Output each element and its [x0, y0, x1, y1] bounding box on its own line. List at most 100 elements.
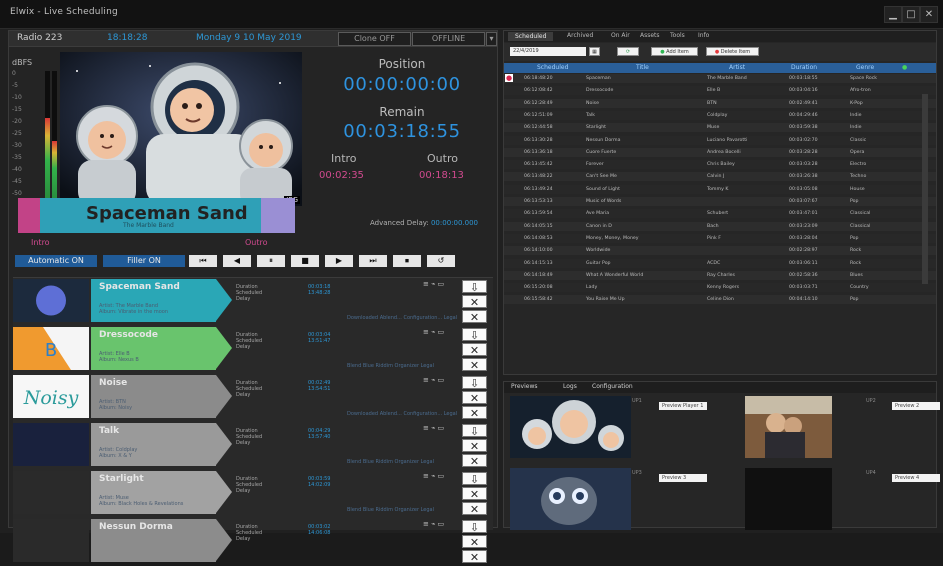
playlist-row[interactable]: Starlight Artist: Muse Album: Black Holes …	[13, 470, 493, 518]
schedule-row[interactable]: 06:13:53:13 Music of Words 00:03:07:67 Pop	[504, 197, 936, 206]
row-tool-icons[interactable]: ≡ ⌁ ▭	[423, 376, 444, 384]
playlist-entry[interactable]: Nessun Dorma	[91, 519, 216, 562]
schedule-row[interactable]: 06:13:36:18 Cuore Fuerte Andrea Bocelli 00:…	[504, 147, 936, 157]
tab-info[interactable]: Info	[698, 32, 709, 39]
preview-select-1[interactable]: Preview Player 1	[659, 402, 707, 410]
preview-select-2[interactable]: Preview 2	[892, 402, 940, 410]
skip-stop-button[interactable]: ⏹	[393, 255, 421, 267]
tab-logs[interactable]: Logs	[563, 383, 577, 390]
schedule-row[interactable]: 06:14:18:49 What A Wonderful World Ray Cha…	[504, 270, 936, 280]
minimize-button[interactable]: ▁	[884, 6, 902, 23]
schedule-row[interactable]: 06:13:49:24 Sound of Light Tommy K 00:03:05…	[504, 184, 936, 194]
schedule-cell: Rock	[850, 260, 862, 266]
playlist-row[interactable]: Noisy Noise Artist: BTN Album: Noisy Duratio…	[13, 374, 493, 422]
tab-on-air[interactable]: On Air	[611, 32, 630, 39]
column-settings-icon[interactable]: ●	[902, 64, 907, 71]
playlist-entry[interactable]: Talk Artist: Coldplay Album: X & Y	[91, 423, 216, 466]
delete-icon[interactable]: ✕	[462, 487, 487, 501]
download-icon[interactable]: ⇩	[462, 472, 487, 486]
panel-menu-icon[interactable]: ▾	[486, 32, 497, 46]
preview-select-4[interactable]: Preview 4	[892, 474, 940, 482]
playlist-row[interactable]: Talk Artist: Coldplay Album: X & Y Duration…	[13, 422, 493, 470]
delete-icon[interactable]: ✕	[462, 439, 487, 453]
schedule-row[interactable]: 06:14:15:13 Guitar Pop ACDC 00:03:06:11 Rock	[504, 258, 936, 268]
delete-icon[interactable]: ✕	[462, 535, 487, 549]
tab-assets[interactable]: Assets	[640, 32, 660, 39]
playlist-entry[interactable]: Dressocode Artist: Elle B Album: Nexus B	[91, 327, 216, 370]
playlist-entry[interactable]: Spaceman Sand Artist: The Marble Band Albu…	[91, 279, 216, 322]
remove-icon[interactable]: ✕	[462, 406, 487, 420]
schedule-scrollbar[interactable]	[922, 94, 928, 284]
schedule-row[interactable]: 06:12:44:58 Starlight Muse 00:03:59:38 Indie	[504, 123, 936, 133]
play-button[interactable]: ▶	[325, 255, 353, 267]
playlist-link[interactable]: Blend Blue Riddim Organizer Legal	[347, 507, 434, 513]
preview-select-3[interactable]: Preview 3	[659, 474, 707, 482]
calendar-icon[interactable]: ▦	[589, 47, 600, 56]
remove-icon[interactable]: ✕	[462, 502, 487, 516]
tab-scheduled[interactable]: Scheduled	[508, 32, 554, 41]
download-icon[interactable]: ⇩	[462, 328, 487, 342]
schedule-row[interactable]: 06:14:08:53 Money, Money, Money Pink F 00:0…	[504, 233, 936, 243]
playlist-link[interactable]: Downloaded Ablend... Configuration... Le…	[347, 411, 457, 417]
filler-button[interactable]: Filler ON	[103, 255, 185, 267]
playlist-link[interactable]: Blend Blue Riddim Organizer Legal	[347, 363, 434, 369]
delete-item-button[interactable]: ● Delete Item	[706, 47, 759, 56]
playlist-row[interactable]: Spaceman Sand Artist: The Marble Band Albu…	[13, 278, 493, 326]
date-picker[interactable]: 22/4/2019	[510, 47, 586, 56]
pause-button[interactable]: ⏸	[257, 255, 285, 267]
schedule-row[interactable]: 06:12:28:49 Noise BTN 00:02:49:41 K-Pop	[504, 98, 936, 108]
row-tool-icons[interactable]: ≡ ⌁ ▭	[423, 424, 444, 432]
playlist-row[interactable]: B Dressocode Artist: Elle B Album: Nexus BD…	[13, 326, 493, 374]
schedule-row[interactable]: 06:15:20:08 Lady Kenny Rogers 00:03:03:71 Co…	[504, 283, 936, 293]
next-button[interactable]: ⏭	[359, 255, 387, 267]
playlist-link[interactable]: Blend Blue Riddim Organizer Legal	[347, 459, 434, 465]
playlist-entry[interactable]: Starlight Artist: Muse Album: Black Holes …	[91, 471, 216, 514]
tab-archived[interactable]: Archived	[567, 32, 593, 39]
remove-icon[interactable]: ✕	[462, 310, 487, 324]
download-icon[interactable]: ⇩	[462, 424, 487, 438]
intro-segment	[18, 198, 40, 233]
rewind-button[interactable]: ◀	[223, 255, 251, 267]
row-tool-icons[interactable]: ≡ ⌁ ▭	[423, 520, 444, 528]
add-item-button[interactable]: ● Add Item	[651, 47, 698, 56]
delete-icon[interactable]: ✕	[462, 343, 487, 357]
maximize-button[interactable]: □	[902, 6, 920, 23]
clone-toggle[interactable]: Clone OFF	[338, 32, 411, 46]
remove-icon[interactable]: ✕	[462, 550, 487, 564]
remove-icon[interactable]: ✕	[462, 358, 487, 372]
refresh-icon[interactable]: ⟳	[617, 47, 639, 56]
stop-button[interactable]: ■	[291, 255, 319, 267]
outro-time: 00:18:13	[419, 170, 464, 181]
schedule-row[interactable]: 06:15:58:42 You Raise Me Up Celine Dion 00:…	[504, 295, 936, 305]
automatic-button[interactable]: Automatic ON	[15, 255, 97, 267]
loop-button[interactable]: ↺	[427, 255, 455, 267]
schedule-row[interactable]: 06:12:08:42 Dressocode Elle B 00:03:04:16 Af…	[504, 86, 936, 96]
row-tool-icons[interactable]: ≡ ⌁ ▭	[423, 328, 444, 336]
playlist-link[interactable]: Downloaded Ablend... Configuration... Le…	[347, 315, 457, 321]
schedule-row[interactable]: 06:13:30:28 Nessun Dorma Luciano Pavarotti…	[504, 135, 936, 145]
tab-previews[interactable]: Previews	[511, 383, 537, 390]
tab-tools[interactable]: Tools	[670, 32, 685, 39]
playlist-entry[interactable]: Noise Artist: BTN Album: Noisy	[91, 375, 216, 418]
download-icon[interactable]: ⇩	[462, 280, 487, 294]
row-tool-icons[interactable]: ≡ ⌁ ▭	[423, 280, 444, 288]
playlist-row[interactable]: Nessun Dorma Duration Scheduled Delay 00:03:…	[13, 518, 493, 566]
playlist-thumbnail: Noisy	[13, 375, 89, 418]
schedule-row[interactable]: 06:12:51:09 Talk Coldplay 00:04:29:46 Indie	[504, 110, 936, 120]
previous-button[interactable]: ⏮	[189, 255, 217, 267]
download-icon[interactable]: ⇩	[462, 376, 487, 390]
download-icon[interactable]: ⇩	[462, 520, 487, 534]
schedule-row[interactable]: 06:14:05:15 Canon in D Bach 00:03:23:09 Clas…	[504, 221, 936, 231]
schedule-row[interactable]: 06:13:45:42 Forever Chris Bailey 00:03:03:2…	[504, 160, 936, 170]
tab-configuration[interactable]: Configuration	[592, 383, 633, 390]
schedule-row[interactable]: 06:13:48:22 Can't See Me Calvin J 00:03:26:…	[504, 172, 936, 182]
schedule-row[interactable]: ● 06:18:48:20 Spaceman The Marble Band 00:03…	[504, 74, 936, 83]
row-tool-icons[interactable]: ≡ ⌁ ▭	[423, 472, 444, 480]
close-button[interactable]: ✕	[920, 6, 938, 23]
schedule-row[interactable]: 06:14:10:00 Worldwide 00:02:28:97 Rock	[504, 246, 936, 256]
remove-icon[interactable]: ✕	[462, 454, 487, 468]
delete-icon[interactable]: ✕	[462, 295, 487, 309]
schedule-row[interactable]: 06:13:59:54 Ave Maria Schubert 00:03:47:01 C…	[504, 209, 936, 219]
offline-toggle[interactable]: OFFLINE	[412, 32, 485, 46]
delete-icon[interactable]: ✕	[462, 391, 487, 405]
